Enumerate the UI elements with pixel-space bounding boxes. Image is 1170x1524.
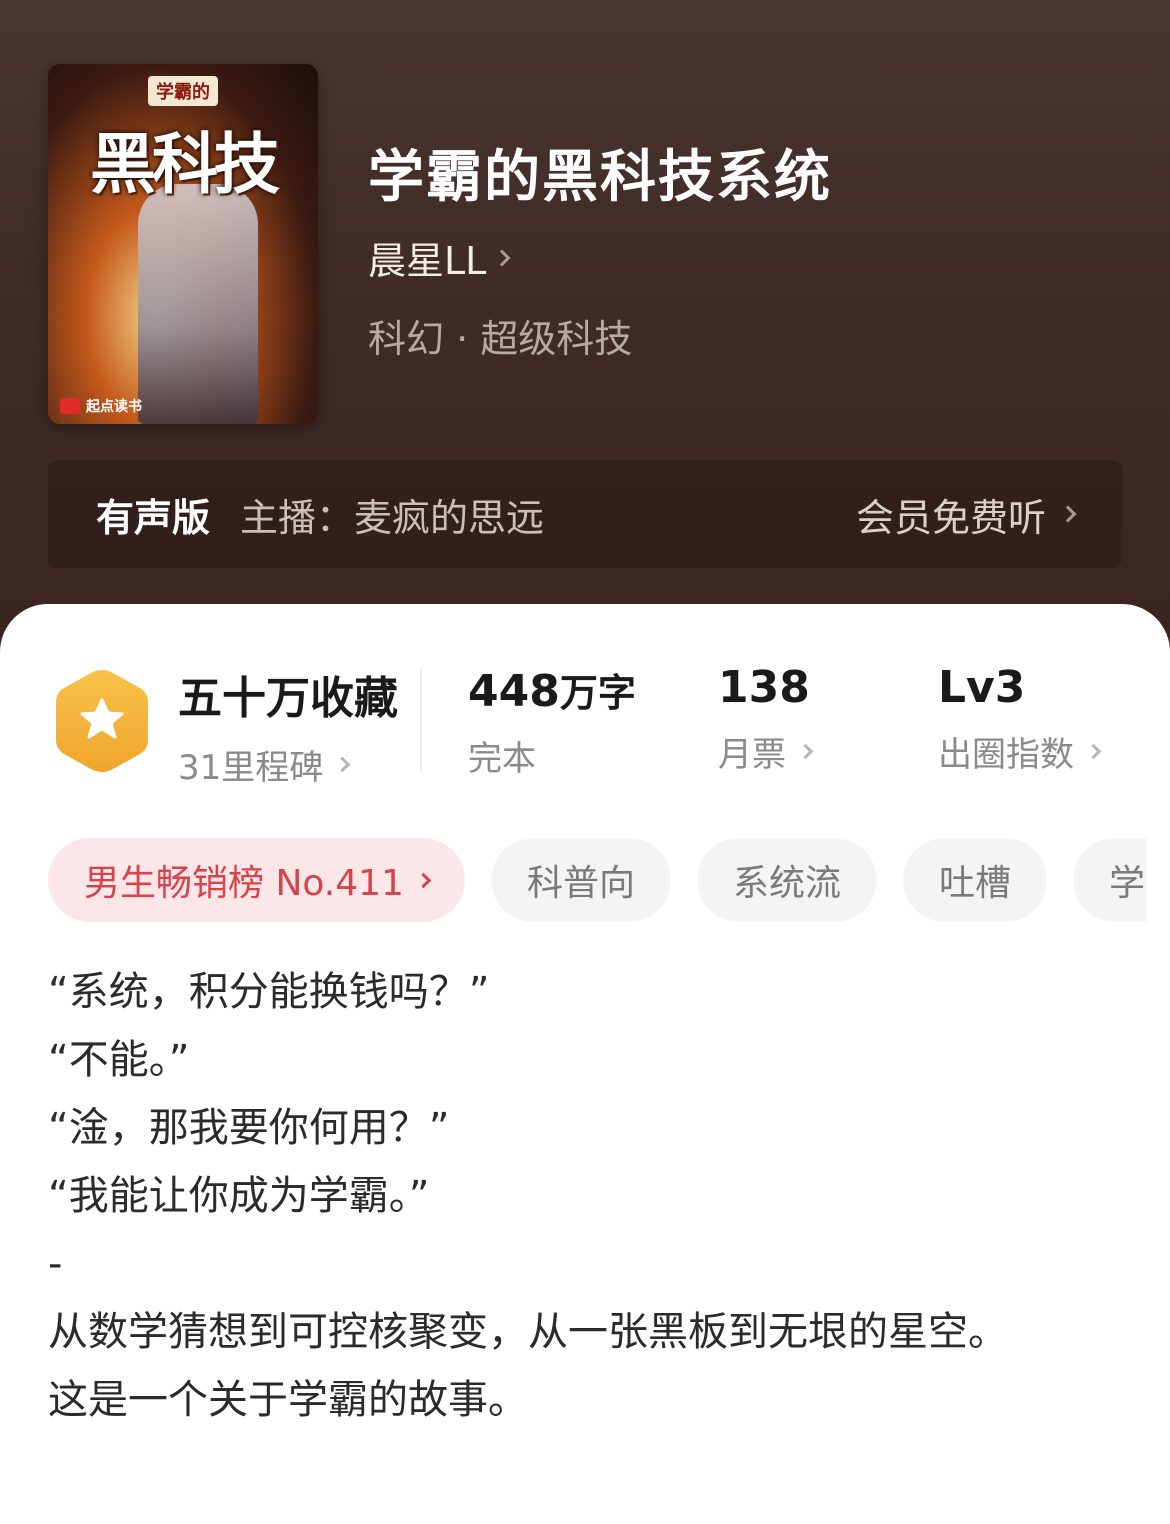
stat-collections-sub: 31里程碑 xyxy=(178,748,324,788)
audio-host: 主播：麦疯的思远 xyxy=(240,495,545,540)
book-cover[interactable]: 学霸的 黑科技 起点读书 xyxy=(48,64,318,424)
tag-label: 学霸 xyxy=(1108,863,1146,904)
author-link[interactable]: 晨星LL xyxy=(368,230,511,285)
author-name: 晨星LL xyxy=(368,239,487,283)
chevron-right-icon xyxy=(493,249,511,266)
audio-cta-label: 会员免费听 xyxy=(855,495,1046,540)
stat-collections[interactable]: 五十万收藏 31里程碑 xyxy=(178,662,398,789)
audio-label: 有声版 xyxy=(96,495,211,540)
tag-label: 科普向 xyxy=(526,863,635,904)
synopsis-line: “我能让你成为学霸。” xyxy=(48,1173,430,1219)
tag-label: 吐槽 xyxy=(938,863,1011,904)
tag-item[interactable]: 系统流 xyxy=(696,838,877,922)
tag-list: 男生畅销榜 No.411 科普向 系统流 吐槽 学霸 xyxy=(48,838,1146,922)
chevron-right-icon xyxy=(334,756,351,773)
cover-brand-name: 起点读书 xyxy=(86,399,142,415)
synopsis-line: - xyxy=(48,1241,63,1287)
stat-words-unit: 万字 xyxy=(559,671,636,715)
stat-words: 448万字 完本 xyxy=(468,662,636,780)
stat-words-value-row: 448万字 xyxy=(468,662,636,717)
stat-tickets-sub-row: 月票 xyxy=(718,727,814,776)
stat-level-sub-row: 出圈指数 xyxy=(938,727,1102,776)
synopsis-line: “系统，积分能换钱吗？” xyxy=(48,969,490,1015)
chevron-right-icon xyxy=(1059,505,1077,523)
stat-monthly-tickets[interactable]: 138 月票 xyxy=(718,662,814,776)
tag-label: 男生畅销榜 No.411 xyxy=(84,863,404,904)
stat-words-sub-row: 完本 xyxy=(468,731,636,780)
stat-collections-value: 五十万收藏 xyxy=(178,673,398,724)
brand-logo-icon xyxy=(60,398,80,414)
tag-item[interactable]: 吐槽 xyxy=(902,838,1047,922)
book-synopsis[interactable]: “系统，积分能换钱吗？” “不能。” “淦，那我要你何用？” “我能让你成为学霸… xyxy=(48,958,1128,1434)
chevron-right-icon xyxy=(1085,743,1102,760)
cover-brand: 起点读书 xyxy=(60,396,142,416)
star-hexagon-icon xyxy=(56,670,148,772)
audio-cta-button[interactable]: 会员免费听 xyxy=(855,487,1077,542)
stat-collections-sub-row: 31里程碑 xyxy=(178,740,398,789)
synopsis-line: 这是一个关于学霸的故事。 xyxy=(48,1377,528,1423)
tag-label: 系统流 xyxy=(732,863,841,904)
book-genre: 科幻 · 超级科技 xyxy=(368,317,633,361)
stat-divider xyxy=(420,668,422,772)
tag-item[interactable]: 学霸 xyxy=(1072,838,1146,922)
audio-edition-bar[interactable]: 有声版 主播：麦疯的思远 会员免费听 xyxy=(48,460,1122,568)
stat-words-sub: 完本 xyxy=(468,739,536,779)
book-title: 学霸的黑科技系统 xyxy=(368,145,832,210)
stat-level[interactable]: Lv3 出圈指数 xyxy=(938,662,1102,776)
synopsis-line: “不能。” xyxy=(48,1037,190,1083)
stat-words-value: 448 xyxy=(468,666,560,717)
stat-tickets-sub: 月票 xyxy=(718,735,786,775)
tag-rank[interactable]: 男生畅销榜 No.411 xyxy=(48,838,465,922)
chevron-right-icon xyxy=(415,872,432,888)
cover-main-title: 黑科技 xyxy=(90,125,280,203)
synopsis-line: 从数学猜想到可控核聚变，从一张黑板到无垠的星空。 xyxy=(48,1309,1008,1355)
stat-level-value: Lv3 xyxy=(938,662,1026,713)
cover-top-tag: 学霸的 xyxy=(148,76,218,106)
stat-tickets-value: 138 xyxy=(718,662,810,713)
tag-item[interactable]: 科普向 xyxy=(490,838,671,922)
synopsis-line: “淦，那我要你何用？” xyxy=(48,1105,450,1151)
chevron-right-icon xyxy=(797,743,814,760)
stat-level-sub: 出圈指数 xyxy=(938,735,1074,775)
